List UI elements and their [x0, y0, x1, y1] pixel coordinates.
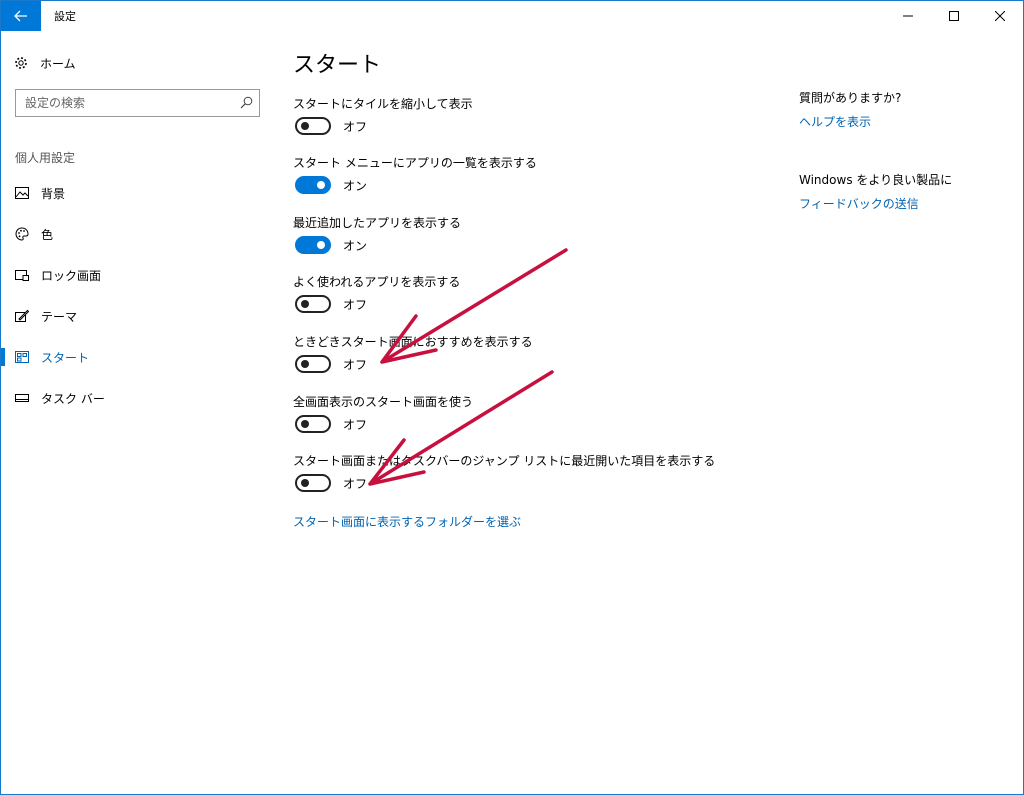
sidebar-item-taskbar[interactable]: タスク バー [1, 380, 277, 416]
toggle-switch[interactable] [295, 236, 331, 254]
setting-recently-added: 最近追加したアプリを表示する オン [293, 214, 773, 254]
selection-indicator [1, 348, 5, 366]
gear-icon [15, 57, 27, 69]
setting-app-list: スタート メニューにアプリの一覧を表示する オン [293, 154, 773, 194]
taskbar-icon [15, 394, 29, 402]
feedback-heading: Windows をより良い製品に [799, 173, 953, 187]
close-icon [995, 11, 1005, 21]
feedback-link[interactable]: フィードバックの送信 [799, 195, 919, 212]
palette-icon [15, 227, 29, 241]
setting-label: スタート メニューにアプリの一覧を表示する [293, 156, 537, 170]
maximize-button[interactable] [931, 1, 977, 31]
toggle-switch[interactable] [295, 295, 331, 313]
sidebar-item-color[interactable]: 色 [1, 216, 277, 252]
back-button[interactable] [1, 1, 41, 31]
page-title: スタート [293, 53, 382, 78]
settings-window: 設定 ホーム 個人用設定 [0, 0, 1024, 795]
search-box [15, 89, 260, 117]
setting-label: ときどきスタート画面におすすめを表示する [293, 335, 533, 349]
toggle-state: オン [343, 238, 368, 253]
toggle-switch[interactable] [295, 117, 331, 135]
sidebar-item-background[interactable]: 背景 [1, 175, 277, 211]
section-label: 個人用設定 [15, 151, 76, 165]
sidebar-item-label: テーマ [41, 310, 78, 324]
back-arrow-icon [14, 10, 27, 22]
sidebar-item-theme[interactable]: テーマ [1, 298, 277, 334]
setting-jump-list: スタート画面またはタスクバーのジャンプ リストに最近開いた項目を表示する オフ [293, 452, 773, 492]
sidebar-item-label: 色 [41, 228, 54, 242]
setting-label: スタートにタイルを縮小して表示 [293, 97, 473, 111]
toggle-state: オフ [343, 119, 368, 134]
lock-screen-icon [15, 270, 29, 281]
window-title: 設定 [54, 10, 76, 23]
setting-label: 最近追加したアプリを表示する [293, 216, 462, 230]
setting-full-screen: 全画面表示のスタート画面を使う オフ [293, 393, 773, 433]
toggle-switch[interactable] [295, 415, 331, 433]
search-icon[interactable] [240, 96, 253, 109]
setting-label: スタート画面またはタスクバーのジャンプ リストに最近開いた項目を表示する [293, 454, 716, 468]
home-label: ホーム [40, 56, 76, 71]
toggle-state: オン [343, 178, 368, 193]
toggle-state: オフ [343, 417, 368, 432]
start-icon [15, 351, 29, 363]
toggle-state: オフ [343, 297, 368, 312]
maximize-icon [949, 11, 959, 21]
sidebar-item-label: スタート [41, 351, 90, 365]
setting-suggestions: ときどきスタート画面におすすめを表示する オフ [293, 333, 773, 373]
minimize-icon [903, 15, 913, 17]
home-nav-item[interactable]: ホーム [14, 53, 76, 73]
toggle-state: オフ [343, 357, 368, 372]
search-input[interactable] [16, 90, 231, 116]
toggle-switch[interactable] [295, 474, 331, 492]
sidebar-item-start[interactable]: スタート [1, 339, 277, 375]
setting-smaller-tiles: スタートにタイルを縮小して表示 オフ [293, 95, 773, 135]
toggle-state: オフ [343, 476, 368, 491]
theme-icon [15, 309, 29, 322]
setting-most-used: よく使われるアプリを表示する オフ [293, 273, 773, 313]
minimize-button[interactable] [885, 1, 931, 31]
help-link[interactable]: ヘルプを表示 [799, 113, 871, 130]
toggle-switch[interactable] [295, 355, 331, 373]
choose-folders-link[interactable]: スタート画面に表示するフォルダーを選ぶ [293, 513, 521, 530]
title-bar: 設定 [1, 1, 1023, 31]
setting-label: よく使われるアプリを表示する [293, 275, 461, 289]
close-button[interactable] [977, 1, 1023, 31]
question-heading: 質問がありますか? [799, 91, 902, 105]
picture-icon [15, 187, 29, 199]
sidebar: ホーム 個人用設定 背景 色 [1, 31, 277, 793]
main-content: スタート スタートにタイルを縮小して表示 オフ スタート メニューにアプリの一覧… [293, 31, 773, 791]
toggle-switch[interactable] [295, 176, 331, 194]
setting-label: 全画面表示のスタート画面を使う [293, 395, 474, 409]
sidebar-item-lock-screen[interactable]: ロック画面 [1, 257, 277, 293]
sidebar-item-label: タスク バー [41, 392, 105, 406]
sidebar-item-label: ロック画面 [41, 269, 102, 283]
sidebar-item-label: 背景 [41, 187, 66, 201]
